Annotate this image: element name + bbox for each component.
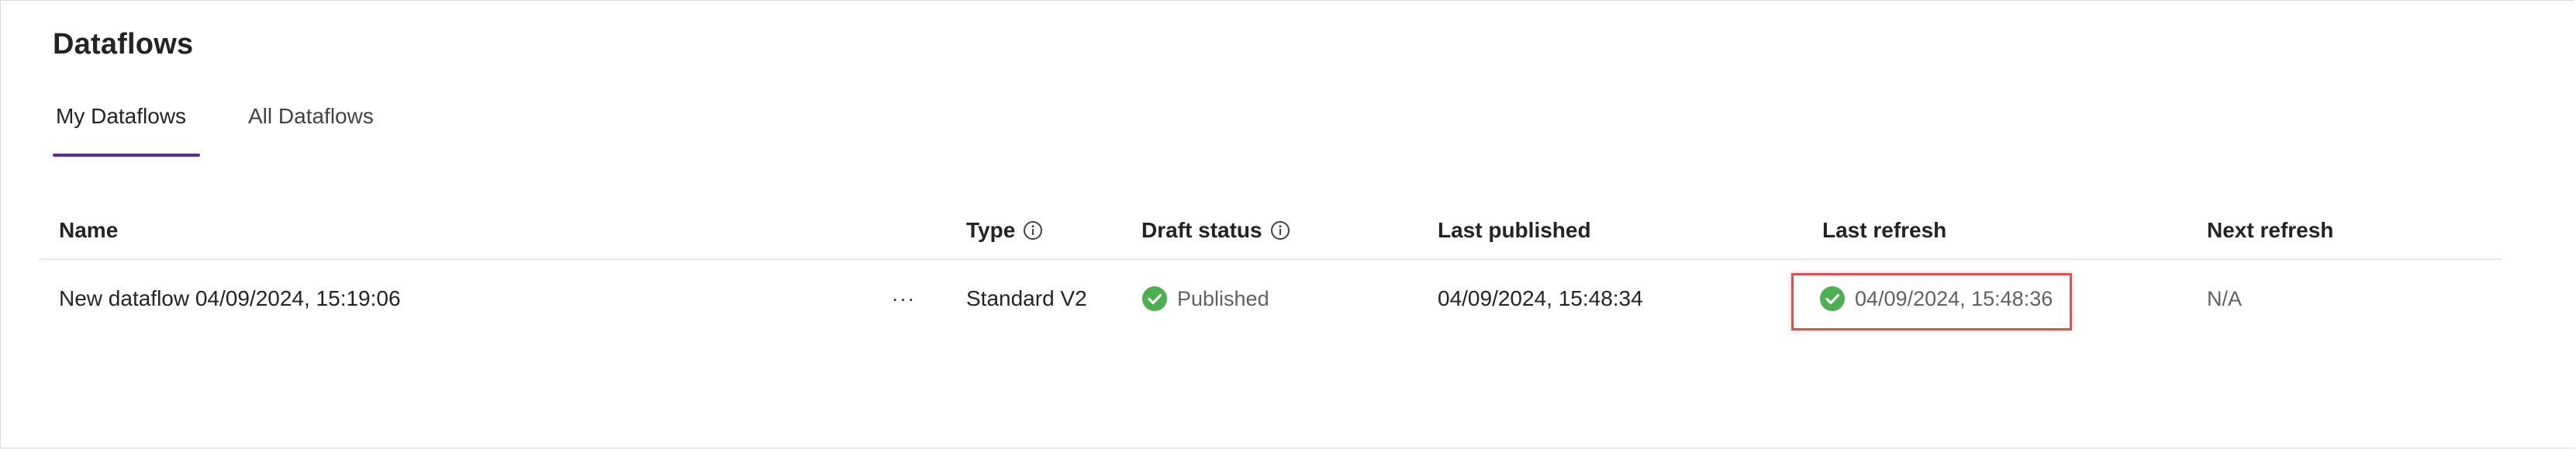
more-options-button[interactable]: ··· bbox=[880, 272, 927, 326]
draft-status-cell: Published bbox=[1141, 272, 1269, 326]
column-header-type-label: Type bbox=[966, 218, 1016, 242]
active-tab-indicator bbox=[53, 154, 200, 157]
header-divider bbox=[39, 258, 2502, 260]
column-header-draft-status[interactable]: Draft status bbox=[1141, 203, 1290, 258]
next-refresh-value: N/A bbox=[2207, 286, 2243, 310]
table-row[interactable]: New dataflow 04/09/2024, 15:19:06 ··· St… bbox=[39, 272, 2502, 326]
page-title: Dataflows bbox=[53, 28, 194, 61]
table-header: Name Type Draft status Last published La… bbox=[39, 203, 2502, 258]
column-header-last-refresh[interactable]: Last refresh bbox=[1822, 203, 1946, 258]
tab-all-dataflows[interactable]: All Dataflows bbox=[248, 104, 374, 129]
last-refresh-value: 04/09/2024, 15:48:36 bbox=[1855, 286, 2053, 310]
column-header-last-refresh-label: Last refresh bbox=[1822, 218, 1947, 242]
info-icon[interactable] bbox=[1023, 220, 1043, 241]
column-header-name[interactable]: Name bbox=[59, 203, 118, 258]
column-header-next-refresh-label: Next refresh bbox=[2207, 218, 2334, 242]
last-published-value: 04/09/2024, 15:48:34 bbox=[1438, 286, 1643, 310]
last-refresh-cell[interactable]: 04/09/2024, 15:48:36 bbox=[1819, 272, 2053, 326]
column-header-next-refresh[interactable]: Next refresh bbox=[2207, 203, 2333, 258]
check-circle-icon bbox=[1141, 286, 1168, 312]
draft-status-text: Published bbox=[1177, 286, 1269, 310]
info-icon[interactable] bbox=[1270, 220, 1290, 241]
more-icon: ··· bbox=[891, 286, 916, 310]
tab-my-dataflows[interactable]: My Dataflows bbox=[56, 104, 186, 129]
check-circle-icon bbox=[1819, 286, 1846, 312]
dataflow-name[interactable]: New dataflow 04/09/2024, 15:19:06 bbox=[59, 272, 401, 326]
column-header-type[interactable]: Type bbox=[966, 203, 1043, 258]
column-header-last-published[interactable]: Last published bbox=[1438, 203, 1591, 258]
column-header-name-label: Name bbox=[59, 218, 119, 242]
column-header-last-published-label: Last published bbox=[1438, 218, 1591, 242]
column-header-draft-status-label: Draft status bbox=[1141, 218, 1262, 242]
dataflow-type: Standard V2 bbox=[966, 286, 1087, 310]
